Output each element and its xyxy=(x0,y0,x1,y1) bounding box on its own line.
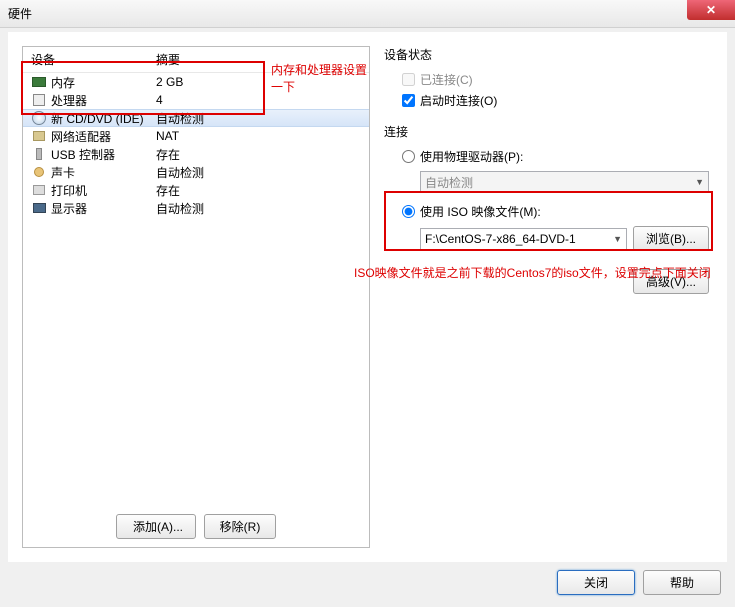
connection-title: 连接 xyxy=(384,123,709,140)
connect-on-power-label: 启动时连接(O) xyxy=(420,92,497,109)
list-row-cddvd[interactable]: 新 CD/DVD (IDE) 自动检测 xyxy=(23,109,369,127)
device-list-panel: 内存和处理器设置一下 设备 摘要 内存 2 GB 处理器 4 新 CD/DVD … xyxy=(22,46,370,548)
add-button[interactable]: 添加(A)... xyxy=(116,514,196,539)
use-physical-radio[interactable] xyxy=(402,150,415,163)
list-row-usb[interactable]: USB 控制器 存在 xyxy=(23,145,369,163)
list-row-memory[interactable]: 内存 2 GB xyxy=(23,73,369,91)
list-row-printer[interactable]: 打印机 存在 xyxy=(23,181,369,199)
device-list: 设备 摘要 内存 2 GB 处理器 4 新 CD/DVD (IDE) 自动检测 … xyxy=(23,47,369,506)
connected-label: 已连接(C) xyxy=(420,71,473,88)
printer-icon xyxy=(31,182,47,198)
dialog-footer: 关闭 帮助 xyxy=(0,562,735,603)
cpu-icon xyxy=(31,92,47,108)
physical-drive-combo: 自动检测▼ xyxy=(420,171,709,193)
list-header: 设备 摘要 xyxy=(23,47,369,73)
list-row-monitor[interactable]: 显示器 自动检测 xyxy=(23,199,369,217)
list-row-network[interactable]: 网络适配器 NAT xyxy=(23,127,369,145)
connected-checkbox xyxy=(402,73,415,86)
header-summary: 摘要 xyxy=(156,51,361,68)
title-bar: 硬件 ✕ xyxy=(0,0,735,28)
settings-panel: ISO映像文件就是之前下载的Centos7的iso文件，设置完点下面关闭 设备状… xyxy=(380,46,713,548)
device-status-title: 设备状态 xyxy=(384,46,709,63)
advanced-button[interactable]: 高级(V)... xyxy=(633,269,709,294)
device-status-group: 设备状态 已连接(C) 启动时连接(O) xyxy=(384,46,709,109)
header-device: 设备 xyxy=(31,51,156,68)
iso-path-combo[interactable]: F:\CentOS-7-x86_64-DVD-1▼ xyxy=(420,228,627,250)
use-iso-radio[interactable] xyxy=(402,205,415,218)
list-row-cpu[interactable]: 处理器 4 xyxy=(23,91,369,109)
chevron-down-icon: ▼ xyxy=(695,177,704,187)
dialog-body: 内存和处理器设置一下 设备 摘要 内存 2 GB 处理器 4 新 CD/DVD … xyxy=(8,32,727,562)
network-icon xyxy=(31,128,47,144)
list-row-sound[interactable]: 声卡 自动检测 xyxy=(23,163,369,181)
use-iso-label: 使用 ISO 映像文件(M): xyxy=(420,203,541,220)
window-close-button[interactable]: ✕ xyxy=(687,0,735,20)
monitor-icon xyxy=(31,200,47,216)
close-icon: ✕ xyxy=(706,3,716,17)
sound-icon xyxy=(31,164,47,180)
use-physical-label: 使用物理驱动器(P): xyxy=(420,148,523,165)
device-list-buttons: 添加(A)... 移除(R) xyxy=(23,506,369,547)
close-button[interactable]: 关闭 xyxy=(557,570,635,595)
memory-icon xyxy=(31,74,47,90)
chevron-down-icon: ▼ xyxy=(613,234,622,244)
help-button[interactable]: 帮助 xyxy=(643,570,721,595)
cd-icon xyxy=(31,110,47,126)
window-title: 硬件 xyxy=(8,5,32,22)
advanced-row: 高级(V)... xyxy=(384,269,709,294)
remove-button[interactable]: 移除(R) xyxy=(204,514,276,539)
connect-on-power-checkbox[interactable] xyxy=(402,94,415,107)
usb-icon xyxy=(31,146,47,162)
browse-button[interactable]: 浏览(B)... xyxy=(633,226,709,251)
connection-group: 连接 使用物理驱动器(P): 自动检测▼ 使用 ISO 映像文件(M): F:\… xyxy=(384,123,709,251)
